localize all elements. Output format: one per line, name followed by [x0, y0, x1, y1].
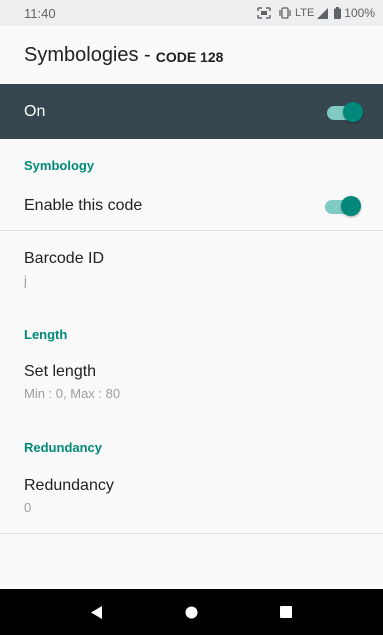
enable-code-toggle[interactable] — [325, 196, 361, 216]
page-title: Symbologies - — [24, 43, 151, 66]
barcode-id-row[interactable]: Barcode ID j — [0, 250, 383, 288]
home-icon[interactable] — [171, 592, 211, 632]
redundancy-label: Redundancy — [24, 477, 114, 494]
barcode-id-label: Barcode ID — [24, 250, 105, 267]
status-bar: 11:40 LTE 100% — [0, 0, 383, 26]
signal-icon — [317, 7, 329, 19]
set-length-row[interactable]: Set length Min : 0, Max : 80 — [0, 363, 383, 401]
enable-code-row[interactable]: Enable this code — [0, 186, 383, 226]
set-length-label: Set length — [24, 363, 97, 380]
scan-icon — [257, 7, 271, 19]
status-icons: LTE 100% — [257, 6, 375, 20]
network-type: LTE — [294, 7, 315, 19]
set-length-value: Min : 0, Max : 80 — [24, 386, 121, 401]
enable-code-label: Enable this code — [24, 197, 143, 214]
section-header-length: Length — [24, 327, 68, 342]
master-switch-label: On — [24, 102, 46, 120]
redundancy-value: 0 — [24, 500, 32, 515]
section-header-symbology: Symbology — [24, 158, 95, 173]
vibrate-icon — [278, 7, 292, 19]
battery-icon — [334, 7, 342, 19]
toggle-thumb — [343, 101, 363, 122]
divider — [0, 230, 383, 231]
toggle-thumb — [341, 196, 361, 216]
status-time: 11:40 — [24, 5, 56, 21]
back-icon[interactable] — [77, 592, 117, 632]
recents-icon[interactable] — [266, 592, 306, 632]
master-switch-bar[interactable]: On — [0, 84, 383, 139]
section-header-redundancy: Redundancy — [24, 440, 103, 455]
app-bar: Symbologies - CODE 128 — [0, 26, 383, 84]
battery-level: 100% — [344, 6, 375, 20]
page-subtitle: CODE 128 — [155, 49, 224, 65]
divider — [0, 533, 383, 534]
barcode-id-value: j — [24, 273, 27, 288]
master-switch-toggle[interactable] — [327, 101, 363, 122]
redundancy-row[interactable]: Redundancy 0 — [0, 477, 383, 515]
navigation-bar — [0, 589, 383, 635]
